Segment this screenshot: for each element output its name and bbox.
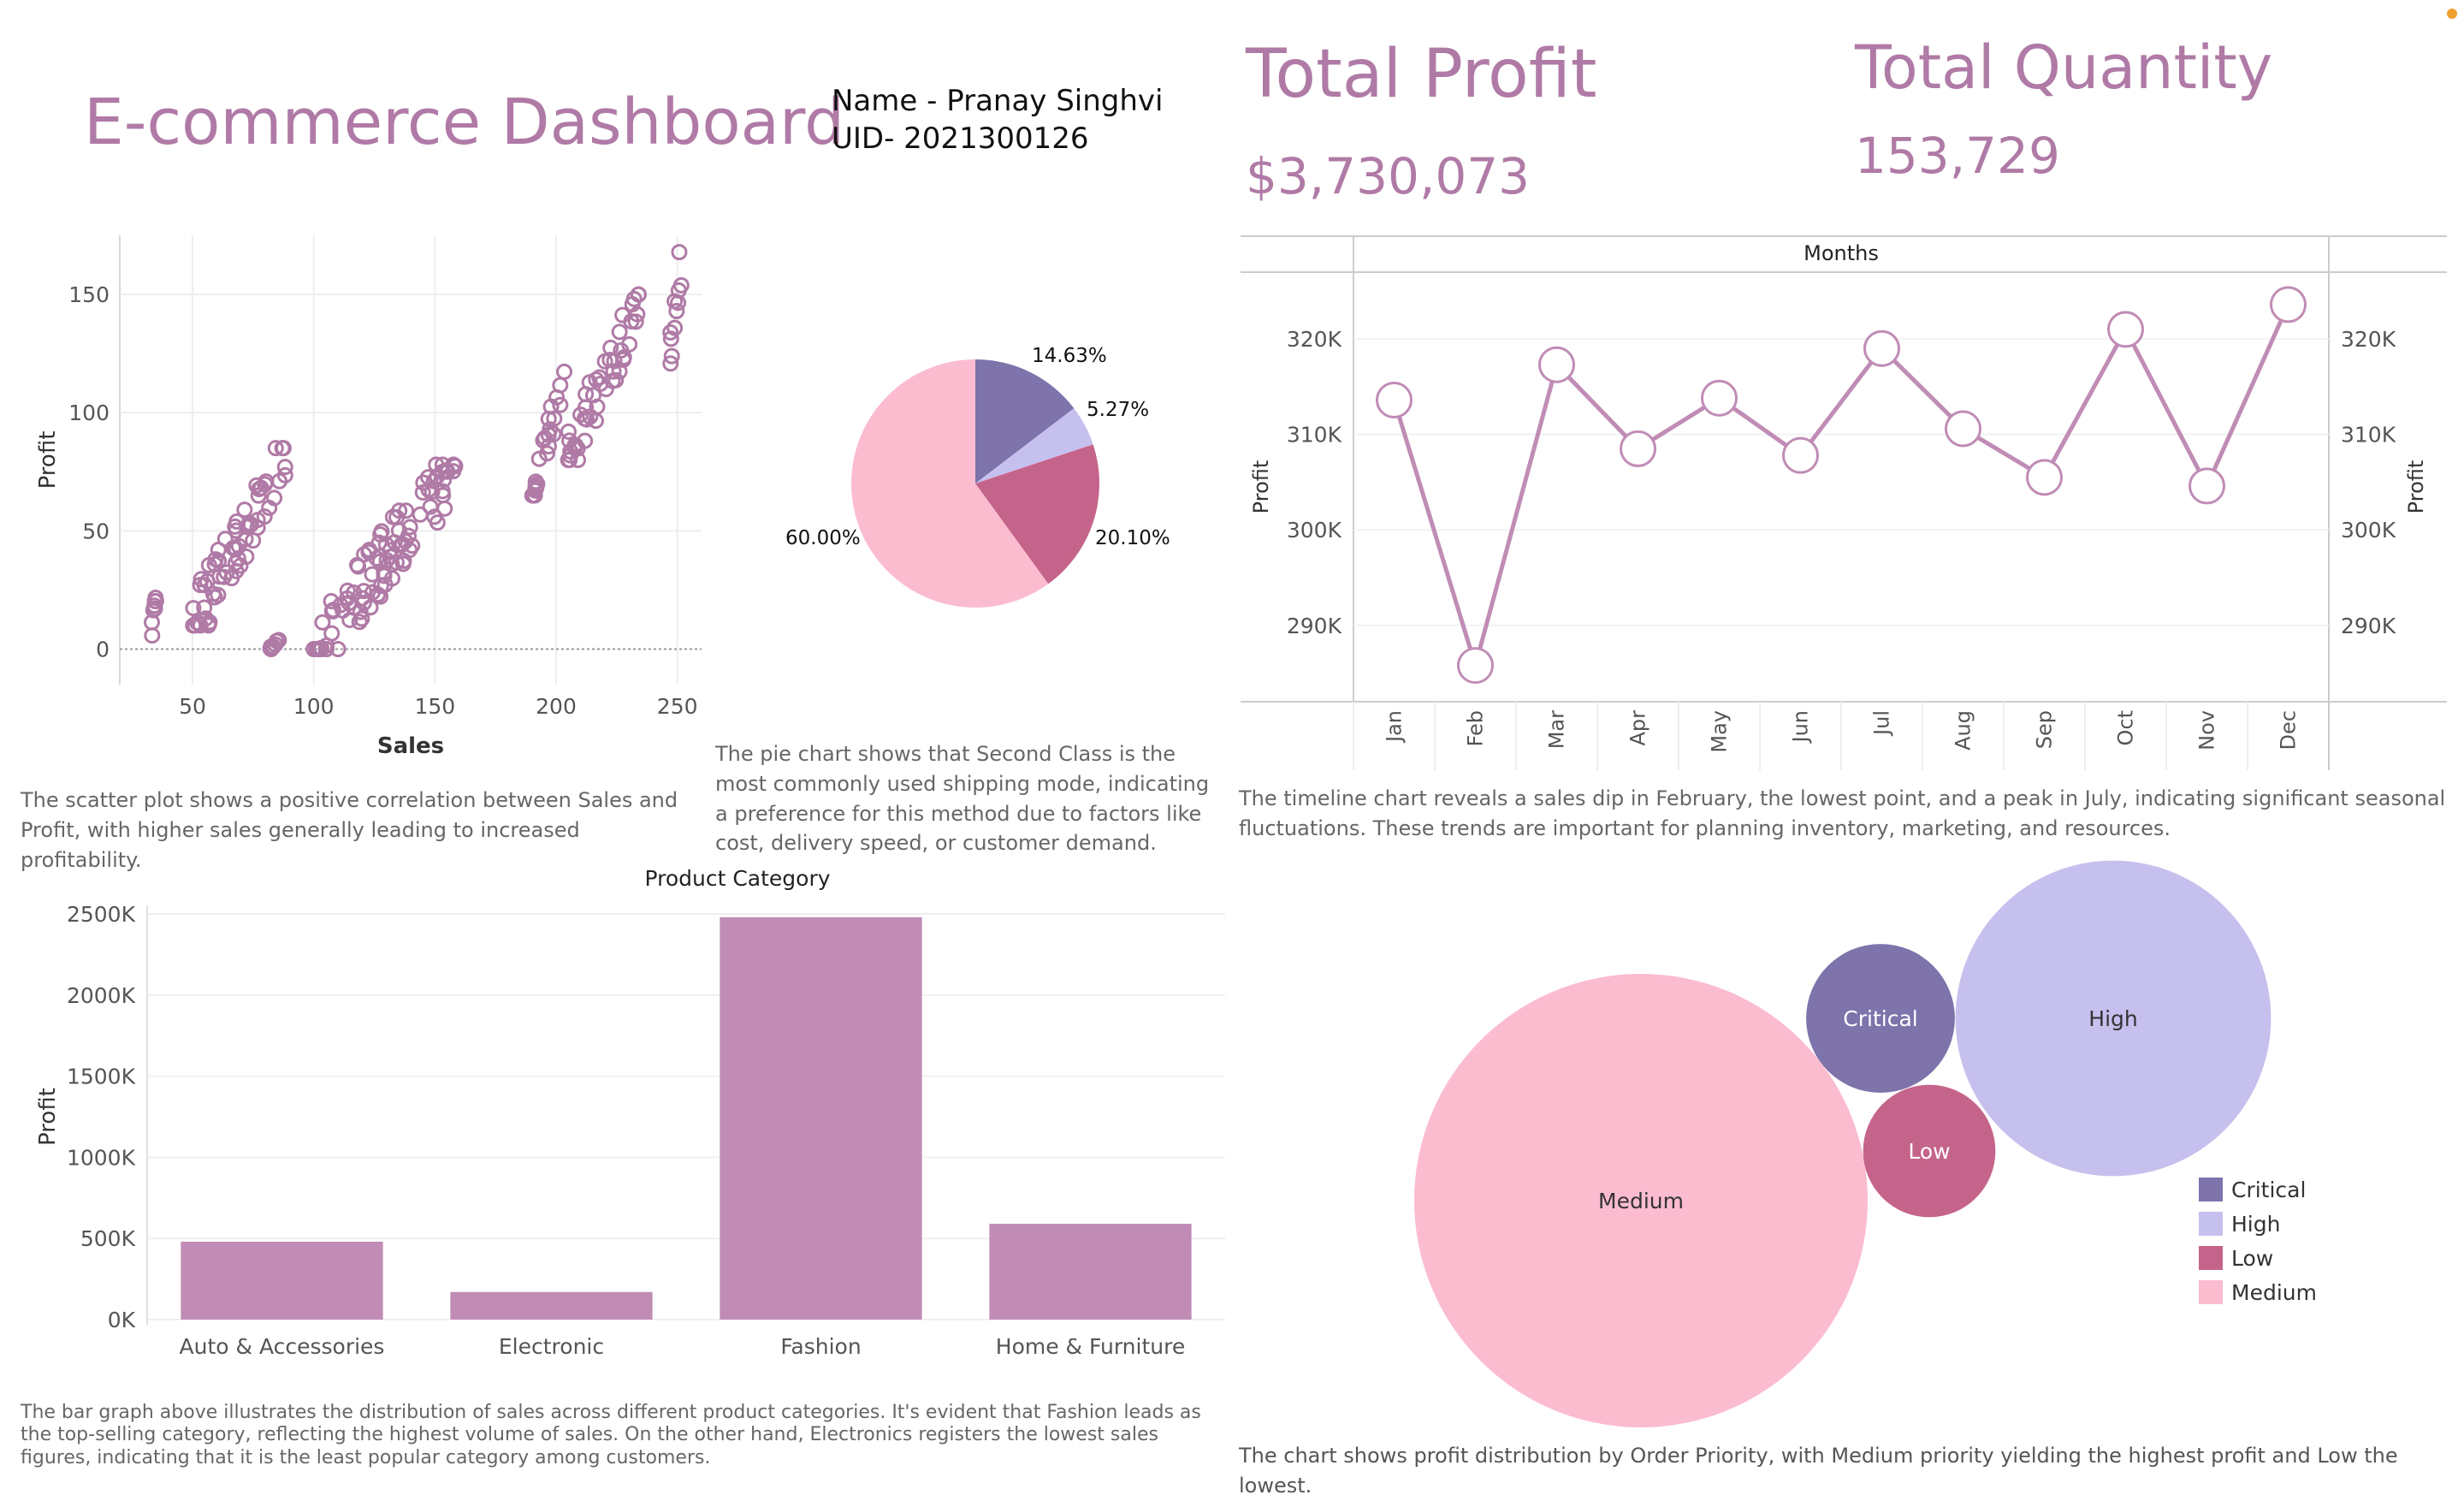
bubble-label: Medium: [1598, 1189, 1684, 1213]
legend-label: Medium: [2231, 1280, 2317, 1305]
bubble-label: High: [2088, 1006, 2137, 1031]
bubble-label: Critical: [1843, 1006, 1917, 1031]
legend-swatch: [2199, 1280, 2223, 1304]
bubble-description: The chart shows profit distribution by O…: [1239, 1444, 2398, 1498]
legend-swatch: [2199, 1212, 2223, 1236]
bubble-chart: Medium Critical High Low Critical High Low Medi…: [1414, 860, 2317, 1427]
legend-label: Critical: [2231, 1178, 2306, 1202]
legend-swatch: [2199, 1178, 2223, 1201]
legend-label: Low: [2231, 1246, 2273, 1271]
legend-swatch: [2199, 1246, 2223, 1270]
bubble-label: Low: [1908, 1139, 1950, 1164]
legend-label: High: [2231, 1212, 2280, 1237]
